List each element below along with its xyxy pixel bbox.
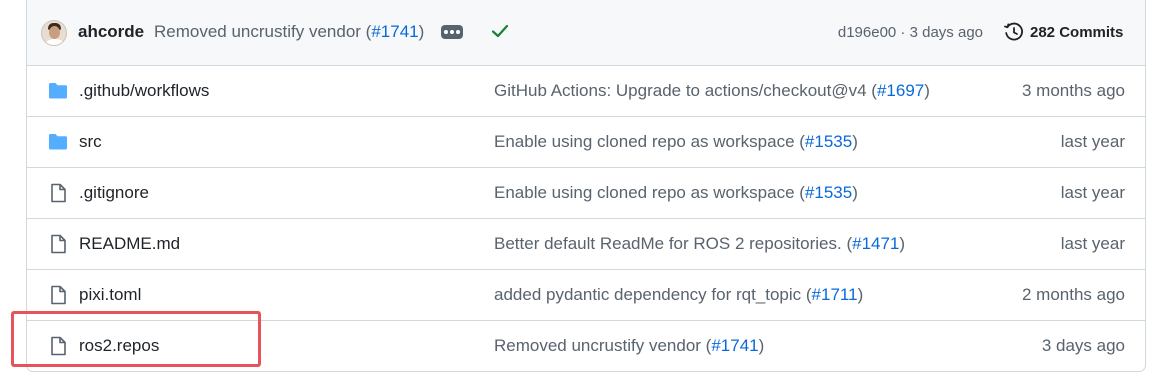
commit-message-text[interactable]: GitHub Actions: Upgrade to actions/check… [494,81,877,100]
pr-link[interactable]: #1535 [805,183,852,202]
file-commit-message[interactable]: Removed uncrustify vendor (#1741) [494,336,764,356]
file-commit-message[interactable]: Enable using cloned repo as workspace (#… [494,183,858,203]
file-browser-panel: ahcorde Removed uncrustify vendor (#1741… [26,0,1146,372]
file-commit-message[interactable]: added pydantic dependency for rqt_topic … [494,285,863,305]
pr-link[interactable]: #1471 [852,234,899,253]
commit-message-end: ) [852,183,858,202]
commit-message-end: ) [924,81,930,100]
file-name-link[interactable]: ros2.repos [79,336,159,356]
file-icon [51,234,66,254]
file-age: last year [1060,183,1125,202]
commit-message-text[interactable]: Enable using cloned repo as workspace ( [494,132,805,151]
commits-count-link[interactable]: 282 Commits [1030,24,1123,41]
pr-link[interactable]: #1535 [805,132,852,151]
latest-commit-message[interactable]: Removed uncrustify vendor (#1741) [154,22,424,42]
latest-commit-message-end: ) [418,22,425,41]
commit-message-end: ) [899,234,906,253]
commit-author-link[interactable]: ahcorde [78,22,144,42]
file-commit-message[interactable]: Better default ReadMe for ROS 2 reposito… [494,234,905,254]
file-icon [51,285,66,305]
commit-message-end: ) [857,285,864,304]
commit-meta: d196e00 · 3 days ago [838,24,983,41]
file-commit-message[interactable]: Enable using cloned repo as workspace (#… [494,132,858,152]
pr-link[interactable]: #1711 [812,285,858,304]
expand-commit-button[interactable] [441,25,463,39]
file-icon [51,183,66,203]
file-icon [51,336,66,356]
commit-time: 3 days ago [909,24,983,41]
file-row[interactable]: .gitignore Enable using cloned repo as w… [27,168,1145,219]
file-list: .github/workflows GitHub Actions: Upgrad… [27,66,1145,372]
file-row[interactable]: ros2.repos Removed uncrustify vendor (#1… [27,321,1145,372]
file-age: 2 months ago [1021,285,1125,304]
file-name-link[interactable]: .github/workflows [79,81,209,101]
file-commit-message[interactable]: GitHub Actions: Upgrade to actions/check… [494,81,930,101]
meta-separator: · [896,24,910,41]
folder-icon [49,134,67,150]
check-status-icon[interactable] [490,21,510,41]
commit-message-end: ) [852,132,858,151]
file-row[interactable]: src Enable using cloned repo as workspac… [27,117,1145,168]
file-age: 3 days ago [1041,336,1125,355]
latest-commit-header: ahcorde Removed uncrustify vendor (#1741… [27,0,1145,66]
file-row[interactable]: pixi.toml added pydantic dependency for … [27,270,1145,321]
history-icon[interactable] [1003,21,1025,43]
file-age: last year [1060,234,1125,253]
commit-message-text[interactable]: Removed uncrustify vendor ( [494,336,711,355]
pr-link[interactable]: #1697 [877,81,924,100]
commit-message-text[interactable]: added pydantic dependency for rqt_topic … [494,285,812,304]
file-name-link[interactable]: pixi.toml [79,285,141,305]
folder-icon [49,83,67,99]
file-name-link[interactable]: src [79,132,102,152]
latest-commit-message-text[interactable]: Removed uncrustify vendor ( [154,22,371,41]
file-age: last year [1060,132,1125,151]
file-name-link[interactable]: .gitignore [79,183,149,203]
commit-hash-link[interactable]: d196e00 [838,24,896,41]
pr-link[interactable]: #1741 [711,336,758,355]
commit-message-text[interactable]: Better default ReadMe for ROS 2 reposito… [494,234,852,253]
commit-message-end: ) [758,336,765,355]
avatar[interactable] [41,20,67,46]
latest-commit-pr-link[interactable]: #1741 [371,22,418,41]
file-row[interactable]: .github/workflows GitHub Actions: Upgrad… [27,66,1145,117]
file-age: 3 months ago [1021,81,1125,100]
file-row[interactable]: README.md Better default ReadMe for ROS … [27,219,1145,270]
commit-message-text[interactable]: Enable using cloned repo as workspace ( [494,183,805,202]
file-name-link[interactable]: README.md [79,234,180,254]
